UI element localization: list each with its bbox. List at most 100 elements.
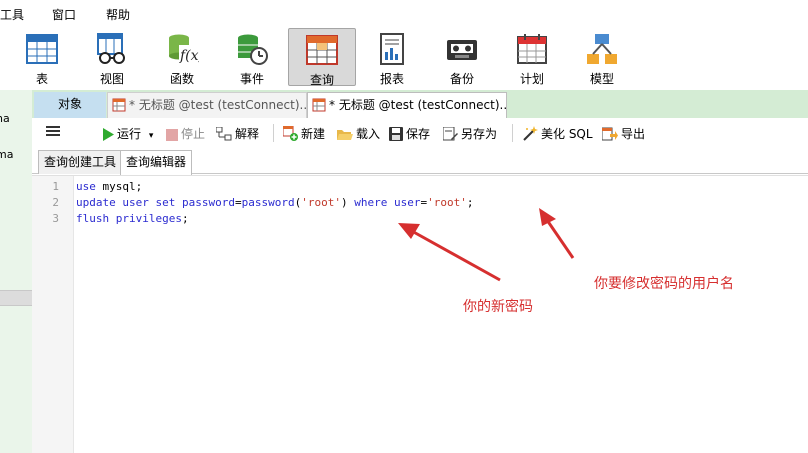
ribbon-model-button[interactable]: 模型 bbox=[572, 28, 632, 86]
run-button[interactable]: 运行 ▾ bbox=[102, 125, 153, 142]
ribbon-view-button[interactable]: 视图 bbox=[82, 28, 142, 86]
magic-wand-icon bbox=[523, 126, 538, 141]
code-keyword: user bbox=[122, 196, 149, 209]
tab-query-untitled-1[interactable]: * 无标题 @test (testConnect)... bbox=[107, 92, 307, 118]
ribbon-schedule-label: 计划 bbox=[519, 72, 544, 86]
sql-editor[interactable]: 1 2 3 use mysql; update user set passwor… bbox=[32, 175, 808, 453]
line-number-gutter: 1 2 3 bbox=[32, 176, 74, 453]
explain-button[interactable]: 解释 bbox=[216, 125, 259, 142]
load-button[interactable]: 载入 bbox=[337, 125, 380, 142]
report-icon bbox=[380, 33, 404, 65]
code-line-1: use mysql; bbox=[76, 180, 142, 193]
query-tab-icon bbox=[312, 98, 326, 112]
save-button[interactable]: 保存 bbox=[389, 125, 430, 142]
run-label: 运行 bbox=[117, 127, 142, 141]
table-icon bbox=[26, 34, 58, 64]
ribbon-function-label: 函数 bbox=[169, 72, 194, 86]
beautify-sql-button[interactable]: 美化 SQL bbox=[522, 125, 593, 142]
stop-button[interactable]: 停止 bbox=[166, 125, 205, 142]
ribbon-toolbar: 表 视图 f(x) 函数 事件 bbox=[0, 26, 808, 90]
ribbon-query-button[interactable]: 查询 bbox=[288, 28, 356, 87]
query-icon bbox=[306, 35, 338, 65]
code-text: ) bbox=[340, 196, 355, 209]
object-tab-strip: 对象 * 无标题 @test (testConnect)... * 无标题 @t… bbox=[32, 90, 808, 118]
code-string: 'root' bbox=[301, 196, 341, 209]
beautify-sql-label: 美化 SQL bbox=[541, 127, 593, 141]
menu-window[interactable]: 窗口 bbox=[52, 6, 76, 23]
code-line-2: update user set password=password('root'… bbox=[76, 196, 473, 209]
hamburger-menu-button[interactable] bbox=[46, 124, 60, 141]
ribbon-backup-button[interactable]: 备份 bbox=[432, 28, 492, 86]
navigation-panel: na ma bbox=[0, 90, 32, 453]
code-keyword: flush bbox=[76, 212, 110, 225]
menu-tools[interactable]: 工具 bbox=[0, 6, 24, 23]
view-icon bbox=[97, 33, 125, 64]
export-button[interactable]: 导出 bbox=[602, 125, 645, 142]
query-toolbar: 运行 ▾ 停止 解释 新建 载入 保存 另存为 美化 SQL 导出 bbox=[32, 118, 808, 148]
code-keyword: update bbox=[76, 196, 116, 209]
save-as-icon bbox=[443, 127, 458, 141]
ribbon-event-label: 事件 bbox=[239, 72, 264, 86]
annotation-target-user: 你要修改密码的用户名 bbox=[594, 276, 734, 292]
load-label: 载入 bbox=[356, 127, 381, 141]
ribbon-query-label: 查询 bbox=[309, 73, 334, 87]
save-as-button[interactable]: 另存为 bbox=[443, 125, 497, 142]
query-tab-icon bbox=[112, 98, 126, 112]
ribbon-report-label: 报表 bbox=[379, 72, 404, 86]
stop-label: 停止 bbox=[181, 127, 206, 141]
menu-help[interactable]: 帮助 bbox=[106, 6, 130, 23]
play-icon bbox=[103, 128, 114, 141]
nav-item[interactable]: ma bbox=[0, 148, 13, 161]
run-dropdown-icon[interactable]: ▾ bbox=[149, 131, 154, 141]
editor-subtabs: 查询创建工具 查询编辑器 bbox=[32, 148, 808, 175]
panel-scrollbar[interactable] bbox=[0, 290, 32, 306]
ribbon-report-button[interactable]: 报表 bbox=[362, 28, 422, 86]
tab-query-builder[interactable]: 查询创建工具 bbox=[38, 150, 123, 174]
new-button[interactable]: 新建 bbox=[283, 125, 325, 142]
new-query-icon bbox=[283, 126, 298, 141]
ribbon-event-button[interactable]: 事件 bbox=[222, 28, 282, 86]
tab-query-editor[interactable]: 查询编辑器 bbox=[120, 150, 193, 175]
nav-item[interactable]: na bbox=[0, 112, 10, 125]
code-line-3: flush privileges; bbox=[76, 212, 189, 225]
code-text: = bbox=[234, 196, 242, 209]
ribbon-backup-label: 备份 bbox=[449, 72, 474, 86]
annotation-new-password: 你的新密码 bbox=[463, 299, 533, 315]
function-icon: f(x) bbox=[169, 34, 199, 64]
ribbon-table-button[interactable]: 表 bbox=[12, 28, 72, 86]
tab-query-label: * 无标题 @test (testConnect)... bbox=[129, 98, 307, 112]
code-text: ; bbox=[466, 196, 474, 209]
code-keyword: privileges bbox=[115, 212, 182, 225]
event-icon bbox=[238, 34, 268, 65]
explain-label: 解释 bbox=[235, 127, 260, 141]
export-icon bbox=[602, 127, 618, 141]
save-label: 保存 bbox=[406, 127, 431, 141]
line-number: 3 bbox=[52, 212, 59, 225]
code-text: mysql; bbox=[95, 180, 143, 193]
svg-text:f(x): f(x) bbox=[179, 48, 199, 64]
code-keyword: password bbox=[241, 196, 295, 209]
save-icon bbox=[389, 127, 403, 141]
folder-open-icon bbox=[337, 130, 353, 140]
tab-objects[interactable]: 对象 bbox=[34, 92, 106, 118]
code-keyword: where bbox=[354, 196, 388, 209]
toolbar-divider bbox=[273, 124, 274, 142]
code-keyword: user bbox=[393, 196, 421, 209]
ribbon-schedule-button[interactable]: 计划 bbox=[502, 28, 562, 86]
ribbon-view-label: 视图 bbox=[99, 72, 124, 86]
schedule-icon bbox=[517, 34, 547, 64]
line-number: 2 bbox=[52, 196, 59, 209]
code-keyword: password bbox=[182, 196, 235, 209]
toolbar-divider bbox=[512, 124, 513, 142]
code-string: 'root' bbox=[427, 196, 467, 209]
ribbon-function-button[interactable]: f(x) 函数 bbox=[152, 28, 212, 86]
new-label: 新建 bbox=[301, 127, 326, 141]
code-keyword: use bbox=[76, 180, 96, 193]
code-keyword: set bbox=[155, 196, 176, 209]
export-label: 导出 bbox=[621, 127, 646, 141]
line-number: 1 bbox=[52, 180, 59, 193]
tab-query-untitled-2[interactable]: * 无标题 @test (testConnect)... bbox=[307, 92, 507, 118]
